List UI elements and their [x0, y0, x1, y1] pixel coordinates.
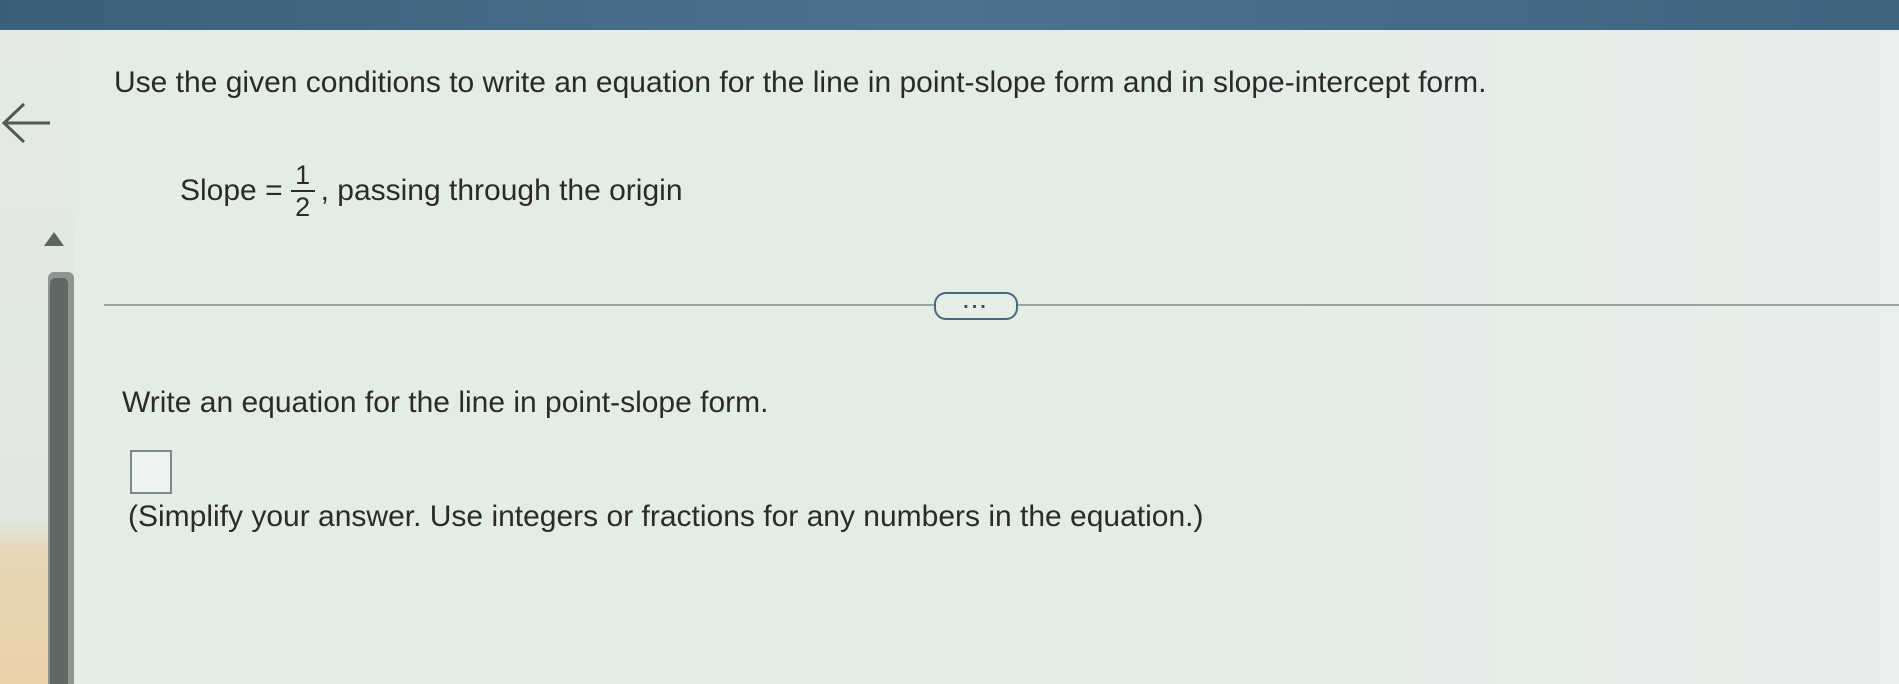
- part-prompt: Write an equation for the line in point-…: [122, 386, 769, 419]
- answer-hint: (Simplify your answer. Use integers or f…: [128, 500, 1204, 533]
- question-panel: Use the given conditions to write an equ…: [74, 30, 1899, 684]
- slope-numerator: 1: [295, 160, 311, 190]
- given-condition: Slope = 1 2 , passing through the origin: [180, 160, 683, 222]
- scrollbar-thumb[interactable]: [50, 278, 68, 684]
- answer-input[interactable]: [130, 450, 172, 494]
- show-more-button[interactable]: ...: [934, 292, 1018, 320]
- slope-fraction: 1 2: [290, 160, 315, 222]
- back-arrow-icon[interactable]: [0, 98, 60, 148]
- slope-label: Slope =: [180, 174, 283, 207]
- window-top-bar: [0, 0, 1899, 30]
- more-button-label: ...: [963, 291, 989, 313]
- condition-suffix: , passing through the origin: [320, 174, 683, 207]
- question-text: Use the given conditions to write an equ…: [114, 66, 1487, 99]
- scroll-up-icon[interactable]: [44, 232, 64, 246]
- slope-denominator: 2: [295, 192, 311, 222]
